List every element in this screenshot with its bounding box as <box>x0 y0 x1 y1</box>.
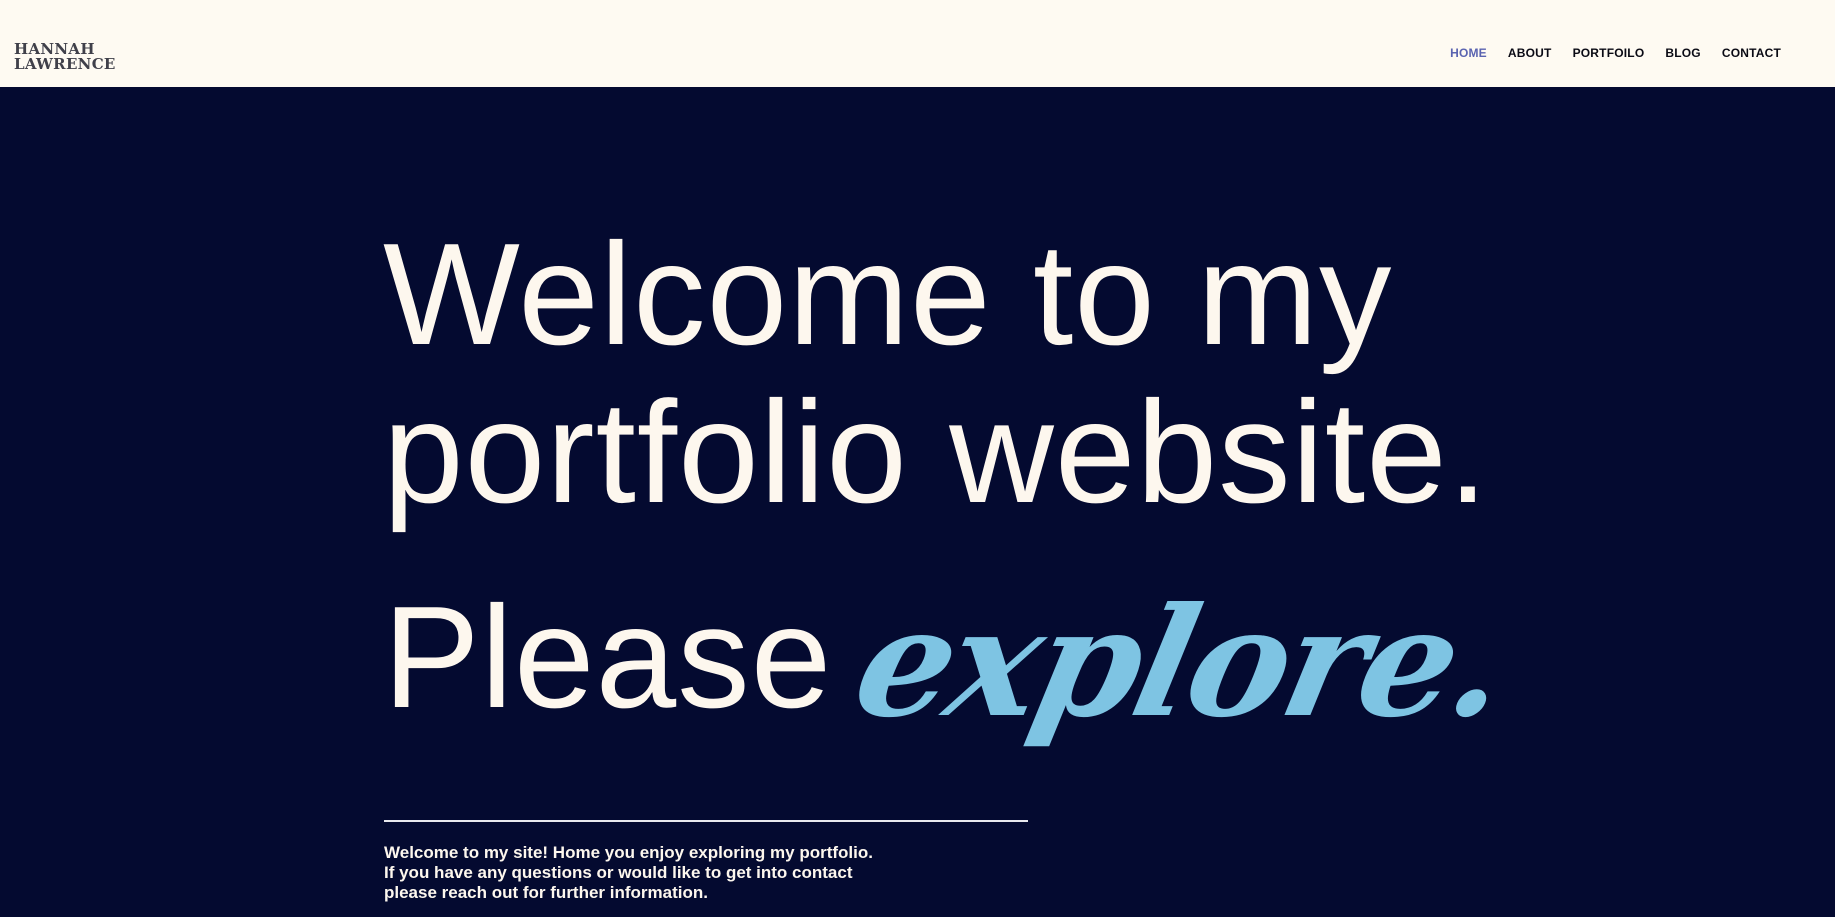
hero-please-explore: Pleaseexplore. <box>383 567 1521 751</box>
hero-section: Welcome to my portfolio website. Pleasee… <box>0 87 1835 917</box>
logo-line-last-name: LAWRENCE <box>14 55 116 73</box>
nav-link-blog[interactable]: BLOG <box>1665 46 1700 60</box>
main-nav: HOME ABOUT PORTFOILO BLOG CONTACT <box>1450 46 1781 60</box>
hero-divider <box>384 820 1028 822</box>
nav-link-home[interactable]: HOME <box>1450 46 1487 60</box>
nav-link-contact[interactable]: CONTACT <box>1722 46 1781 60</box>
intro-line-3: please reach out for further information… <box>384 883 708 902</box>
intro-line-2: If you have any questions or would like … <box>384 863 853 882</box>
hero-headline-line-2: portfolio website. <box>383 371 1490 533</box>
please-text: Please <box>383 576 833 738</box>
nav-link-portfolio[interactable]: PORTFOILO <box>1573 46 1645 60</box>
hero-intro-text: Welcome to my site! Home you enjoy explo… <box>384 843 944 903</box>
intro-line-1: Welcome to my site! Home you enjoy explo… <box>384 843 873 862</box>
hero-headline: Welcome to my portfolio website. <box>383 215 1489 531</box>
explore-script-text: explore. <box>841 575 1521 751</box>
hero-headline-line-1: Welcome to my <box>383 213 1393 375</box>
nav-link-about[interactable]: ABOUT <box>1508 46 1552 60</box>
site-logo[interactable]: HANNAH LAWRENCE <box>14 42 116 72</box>
site-header: HANNAH LAWRENCE HOME ABOUT PORTFOILO BLO… <box>0 0 1835 87</box>
